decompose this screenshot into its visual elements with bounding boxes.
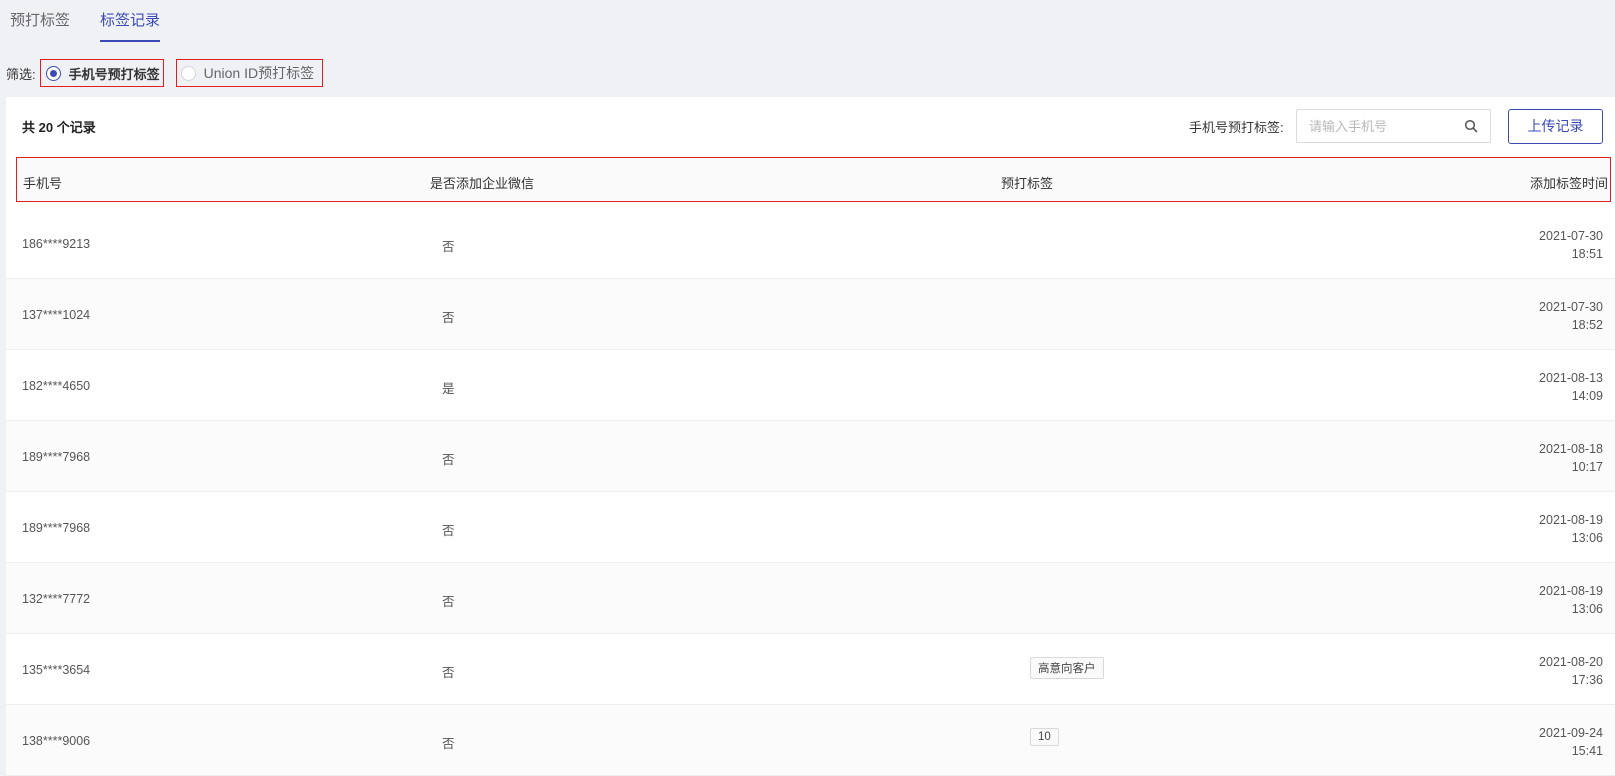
- cell-tag-time: 2021-08-19 13:06: [1539, 582, 1603, 618]
- search-icon[interactable]: [1464, 119, 1478, 133]
- radio-checked-icon: [45, 65, 61, 81]
- cell-phone: 186****9213: [22, 237, 91, 251]
- cell-tag-date: 2021-08-19: [1539, 584, 1603, 598]
- cell-tag-date: 2021-07-30: [1539, 300, 1603, 314]
- cell-tag-time: 2021-08-18 10:17: [1539, 440, 1603, 476]
- radio-phone-pretag-label: 手机号预打标签: [68, 66, 160, 82]
- cell-wecom-added: 否: [442, 524, 455, 538]
- radio-phone-pretag[interactable]: 手机号预打标签: [39, 59, 164, 87]
- cell-wecom-added: 否: [442, 595, 455, 609]
- cell-phone: 182****4650: [22, 379, 91, 393]
- table-row: 135****3654 否 高意向客户 2021-08-20 17:36: [6, 634, 1615, 705]
- cell-tag-clock: 10:17: [1571, 460, 1603, 474]
- cell-wecom-added: 否: [442, 240, 455, 254]
- table-row: 189****7968 否 2021-08-18 10:17: [6, 421, 1615, 492]
- search-label: 手机号预打标签:: [1189, 120, 1284, 135]
- record-count: 共 20 个记录: [22, 120, 96, 135]
- cell-tag-clock: 14:09: [1571, 389, 1603, 403]
- tab-bar: 预打标签 标签记录: [10, 0, 161, 42]
- cell-phone: 137****1024: [22, 308, 91, 322]
- column-header-wecom: 是否添加企业微信: [430, 176, 535, 191]
- cell-wecom-added: 否: [442, 453, 455, 467]
- tab-pre-tag[interactable]: 预打标签: [10, 0, 70, 42]
- cell-wecom-added: 否: [442, 666, 455, 680]
- table-row: 132****7772 否 2021-08-19 13:06: [6, 563, 1615, 634]
- column-header-phone: 手机号: [23, 176, 63, 191]
- cell-tag-date: 2021-08-20: [1539, 655, 1603, 669]
- upload-records-button[interactable]: 上传记录: [1508, 109, 1603, 144]
- cell-pretag: 高意向客户: [1030, 657, 1104, 679]
- cell-phone: 189****7968: [22, 521, 91, 535]
- cell-tag-clock: 13:06: [1571, 602, 1603, 616]
- column-header-time: 添加标签时间: [1529, 176, 1608, 191]
- cell-wecom-added: 否: [442, 311, 455, 325]
- cell-tag-clock: 18:51: [1571, 247, 1603, 261]
- cell-wecom-added: 是: [442, 382, 455, 396]
- filter-label: 筛选:: [6, 66, 36, 82]
- radio-unionid-pretag[interactable]: Union ID预打标签: [175, 59, 324, 87]
- records-panel: 共 20 个记录 手机号预打标签: 上传记录 手机号 是否添加企业微信 预打标签…: [6, 97, 1615, 776]
- cell-tag-time: 2021-08-20 17:36: [1539, 653, 1603, 689]
- cell-tag-clock: 17:36: [1571, 673, 1603, 687]
- cell-phone: 138****9006: [22, 734, 91, 748]
- tag-chip: 10: [1030, 728, 1059, 746]
- search-input[interactable]: [1309, 110, 1459, 142]
- cell-tag-date: 2021-09-24: [1539, 726, 1603, 740]
- filter-bar: 筛选: 手机号预打标签 Union ID预打标签: [6, 58, 324, 88]
- cell-tag-date: 2021-08-18: [1539, 442, 1603, 456]
- cell-tag-clock: 15:41: [1571, 744, 1603, 758]
- cell-wecom-added: 否: [442, 737, 455, 751]
- table-row: 186****9213 否 2021-07-30 18:51: [6, 208, 1615, 279]
- radio-unionid-pretag-label: Union ID预打标签: [203, 65, 315, 81]
- table-row: 137****1024 否 2021-07-30 18:52: [6, 279, 1615, 350]
- cell-phone: 189****7968: [22, 450, 91, 464]
- cell-tag-time: 2021-08-13 14:09: [1539, 369, 1603, 405]
- cell-tag-date: 2021-08-13: [1539, 371, 1603, 385]
- radio-unchecked-icon: [180, 65, 196, 81]
- cell-tag-time: 2021-07-30 18:51: [1539, 227, 1603, 263]
- cell-tag-date: 2021-07-30: [1539, 229, 1603, 243]
- table-row: 189****7968 否 2021-08-19 13:06: [6, 492, 1615, 563]
- tab-tag-records[interactable]: 标签记录: [100, 0, 161, 42]
- cell-tag-time: 2021-07-30 18:52: [1539, 298, 1603, 334]
- cell-tag-clock: 18:52: [1571, 318, 1603, 332]
- table-row: 138****9006 否 10 2021-09-24 15:41: [6, 705, 1615, 776]
- cell-tag-time: 2021-09-24 15:41: [1539, 724, 1603, 760]
- cell-pretag: 10: [1030, 728, 1059, 746]
- cell-phone: 132****7772: [22, 592, 91, 606]
- cell-tag-clock: 13:06: [1571, 531, 1603, 545]
- table-body: 186****9213 否 2021-07-30 18:51 137****1024 否 2…: [6, 208, 1615, 776]
- cell-tag-time: 2021-08-19 13:06: [1539, 511, 1603, 547]
- tag-chip: 高意向客户: [1030, 657, 1104, 679]
- cell-phone: 135****3654: [22, 663, 91, 677]
- cell-tag-date: 2021-08-19: [1539, 513, 1603, 527]
- table-row: 182****4650 是 2021-08-13 14:09: [6, 350, 1615, 421]
- column-header-pretag: 预打标签: [1001, 176, 1054, 191]
- table-header: 手机号 是否添加企业微信 预打标签 添加标签时间: [16, 157, 1611, 202]
- search-field[interactable]: [1296, 109, 1491, 143]
